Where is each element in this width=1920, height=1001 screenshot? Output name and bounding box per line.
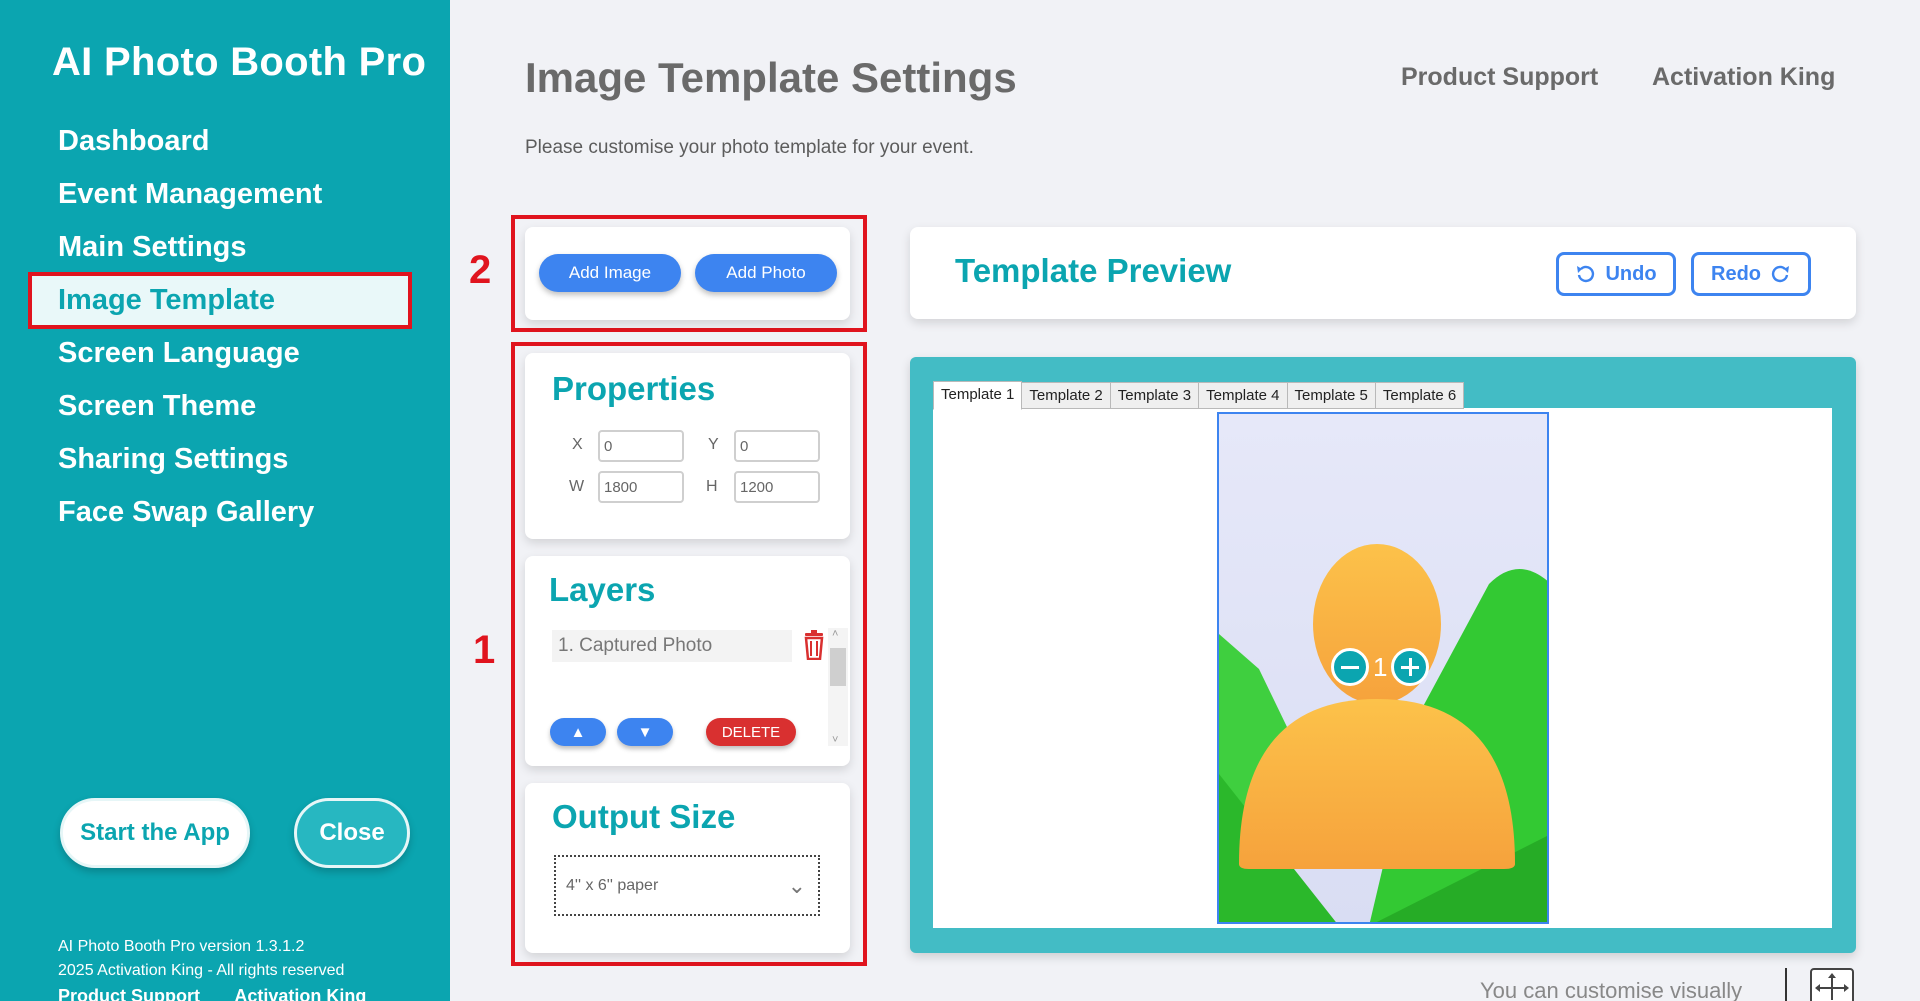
h-label: H <box>706 478 718 495</box>
template-tabs: Template 1 Template 2 Template 3 Templat… <box>933 381 1465 410</box>
h-input[interactable] <box>734 471 820 503</box>
zoom-out-icon[interactable] <box>1331 648 1369 686</box>
x-label: X <box>572 436 583 453</box>
y-input[interactable] <box>734 430 820 462</box>
scroll-down-icon[interactable]: ˅ <box>832 734 838 746</box>
layer-down-button[interactable]: ▼ <box>617 718 673 746</box>
scrollbar-thumb[interactable] <box>830 648 846 686</box>
output-size-value: 4'' x 6'' paper <box>566 877 659 894</box>
trash-icon[interactable] <box>802 630 826 660</box>
redo-button[interactable]: Redo <box>1691 252 1811 296</box>
y-label: Y <box>708 436 719 453</box>
page-subtitle: Please customise your photo template for… <box>525 137 974 158</box>
close-button[interactable]: Close <box>294 798 410 868</box>
sidebar-item-screen-theme[interactable]: Screen Theme <box>30 380 410 433</box>
chevron-down-icon: ⌄ <box>787 873 806 898</box>
undo-label: Undo <box>1605 262 1657 285</box>
tab-template-1[interactable]: Template 1 <box>933 381 1023 410</box>
redo-icon <box>1771 265 1789 283</box>
start-app-button[interactable]: Start the App <box>60 798 250 868</box>
app-title: AI Photo Booth Pro <box>52 40 427 84</box>
sidebar-item-face-swap-gallery[interactable]: Face Swap Gallery <box>30 486 410 539</box>
scroll-up-icon[interactable]: ˄ <box>832 628 838 640</box>
tab-template-2[interactable]: Template 2 <box>1021 382 1111 409</box>
sidebar-nav: Dashboard Event Management Main Settings… <box>28 115 412 539</box>
footer-link-product-support[interactable]: Product Support <box>58 986 200 1001</box>
version-info: AI Photo Booth Pro version 1.3.1.2 2025 … <box>58 935 344 983</box>
sidebar-footer-links: Product Support Activation King <box>58 986 396 1001</box>
sidebar-item-sharing-settings[interactable]: Sharing Settings <box>30 433 410 486</box>
tab-template-4[interactable]: Template 4 <box>1198 382 1288 409</box>
x-input[interactable] <box>598 430 684 462</box>
output-size-title: Output Size <box>552 798 736 835</box>
page-title: Image Template Settings <box>525 54 1017 101</box>
sidebar-item-main-settings[interactable]: Main Settings <box>30 221 410 274</box>
header-link-product-support[interactable]: Product Support <box>1401 63 1598 92</box>
customise-hint: You can customise visually <box>1480 978 1743 1001</box>
version-text: AI Photo Booth Pro version 1.3.1.2 <box>58 938 305 955</box>
annotation-marker-2: 2 <box>469 248 492 292</box>
sidebar: AI Photo Booth Pro Dashboard Event Manag… <box>0 0 450 1001</box>
sidebar-item-dashboard[interactable]: Dashboard <box>30 115 410 168</box>
footer-link-activation-king[interactable]: Activation King <box>234 986 366 1001</box>
sidebar-item-screen-language[interactable]: Screen Language <box>30 327 410 380</box>
sidebar-item-image-template[interactable]: Image Template <box>28 272 412 329</box>
header-link-activation-king[interactable]: Activation King <box>1652 63 1835 92</box>
properties-title: Properties <box>552 370 716 407</box>
layers-scrollbar[interactable]: ˄ ˅ <box>828 628 848 746</box>
layer-delete-button[interactable]: DELETE <box>706 718 796 746</box>
preview-title: Template Preview <box>955 252 1232 289</box>
tab-template-6[interactable]: Template 6 <box>1374 382 1465 409</box>
undo-button[interactable]: Undo <box>1556 252 1676 296</box>
redo-label: Redo <box>1711 262 1761 285</box>
output-size-select[interactable]: 4'' x 6'' paper ⌄ <box>554 855 820 916</box>
zoom-in-icon[interactable] <box>1391 648 1430 686</box>
add-photo-button[interactable]: Add Photo <box>695 254 837 292</box>
move-icon[interactable] <box>1810 968 1854 1001</box>
undo-icon <box>1577 265 1595 283</box>
add-image-button[interactable]: Add Image <box>539 254 681 292</box>
annotation-marker-1: 1 <box>473 628 496 672</box>
tab-template-5[interactable]: Template 5 <box>1286 382 1376 409</box>
zoom-control: 1 <box>1331 648 1430 686</box>
sidebar-item-event-management[interactable]: Event Management <box>30 168 410 221</box>
layer-item[interactable]: 1. Captured Photo <box>552 630 792 662</box>
hint-divider <box>1785 968 1787 1001</box>
w-label: W <box>569 478 585 495</box>
w-input[interactable] <box>598 471 684 503</box>
tab-template-3[interactable]: Template 3 <box>1109 382 1200 409</box>
layers-title: Layers <box>549 571 656 608</box>
layer-up-button[interactable]: ▲ <box>550 718 606 746</box>
copyright-text: 2025 Activation King - All rights reserv… <box>58 962 345 979</box>
zoom-value: 1 <box>1373 651 1388 682</box>
